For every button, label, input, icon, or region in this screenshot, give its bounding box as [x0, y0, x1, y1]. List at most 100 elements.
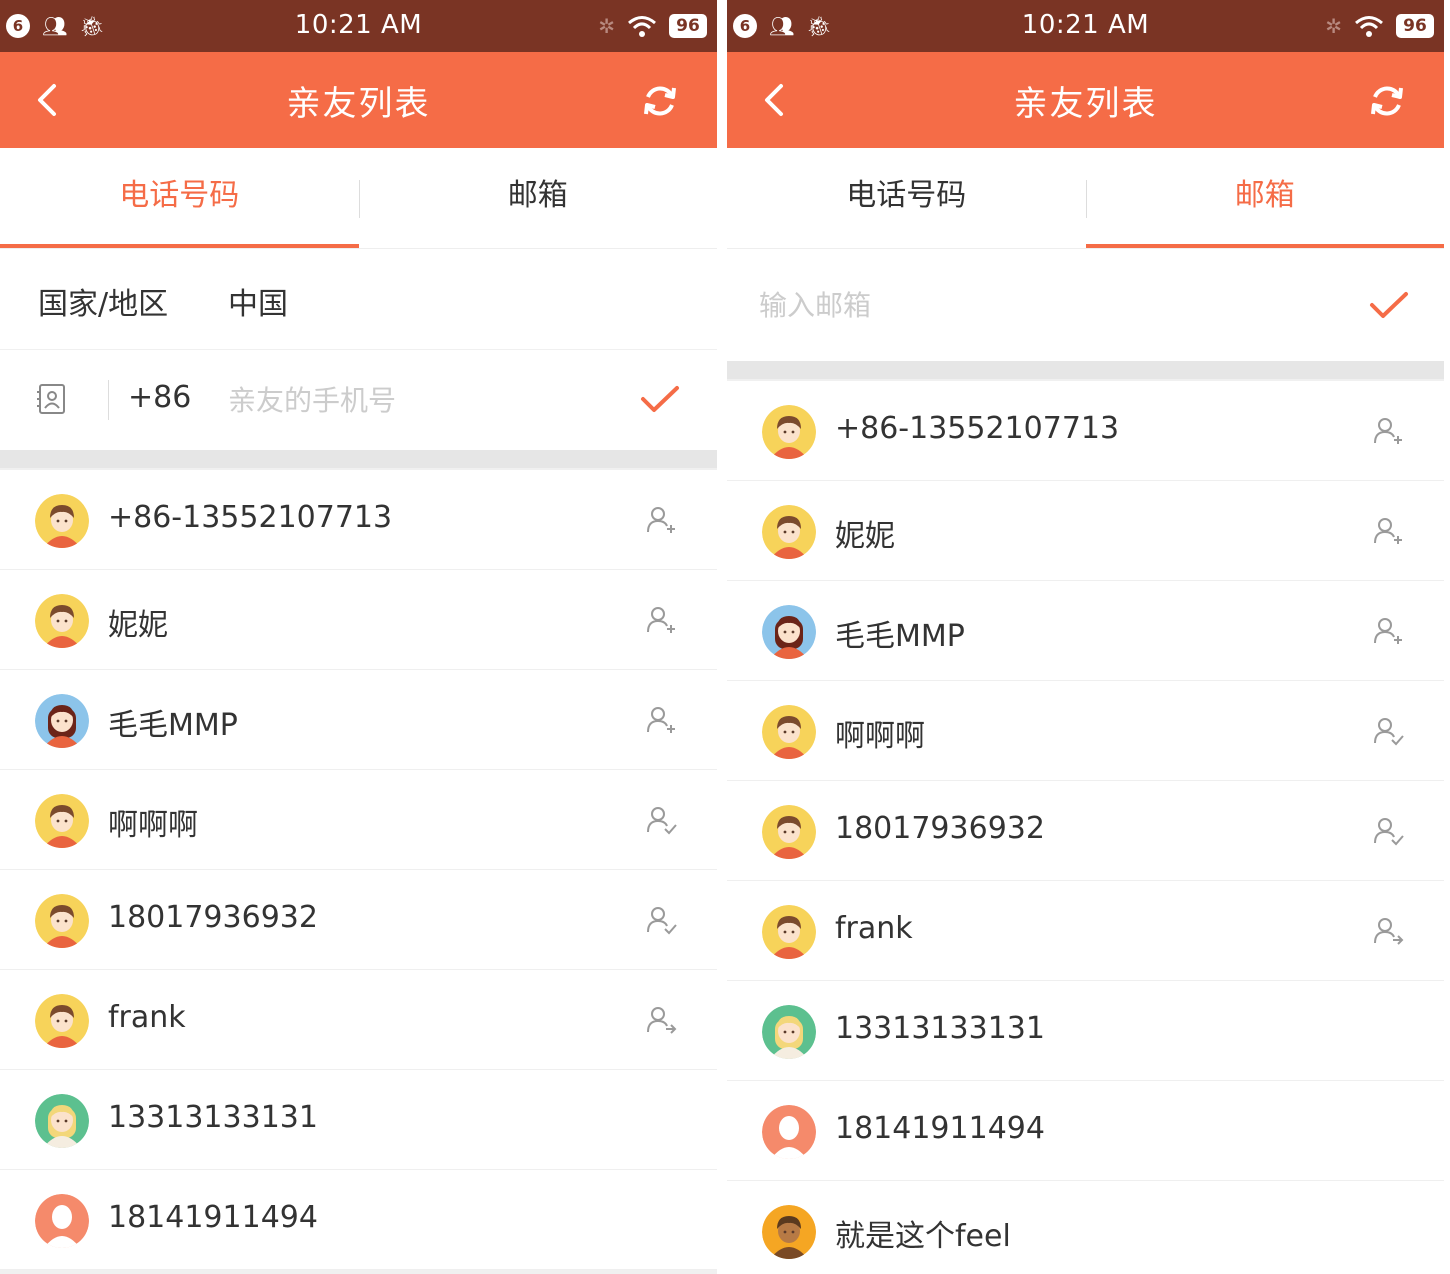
friend-row[interactable]: 就是这个feel: [727, 1181, 1444, 1274]
friend-name: 啊啊啊: [835, 719, 925, 754]
friend-name: 18017936932: [108, 900, 318, 935]
region-value[interactable]: 中国: [228, 279, 288, 323]
phone-tab-screen: 6 👥︎ 🐞︎ 10:21 AM ✲ 96 亲友列表 电话号码 邮箱 国家/地区…: [0, 0, 717, 1274]
yellow-boy-avatar: [35, 794, 89, 848]
friend-row[interactable]: 13313133131: [0, 1070, 717, 1170]
screen-gap: [717, 0, 727, 1274]
add-friend-icon[interactable]: [1372, 515, 1404, 547]
friend-added-icon[interactable]: [645, 804, 677, 836]
yellow-boy-avatar: [35, 594, 89, 648]
friend-name: 13313133131: [108, 1100, 318, 1135]
friend-name: 毛毛MMP: [835, 619, 965, 654]
friend-row[interactable]: frank: [727, 881, 1444, 981]
add-friend-icon[interactable]: [645, 504, 677, 536]
page-title: 亲友列表: [286, 84, 431, 124]
invite-friend-icon[interactable]: [645, 1004, 677, 1036]
friend-row[interactable]: 毛毛MMP: [727, 581, 1444, 681]
friend-row[interactable]: 啊啊啊: [0, 770, 717, 870]
wifi-icon: [628, 16, 656, 37]
friend-name: 妮妮: [108, 608, 168, 643]
battery-icon: 96: [1396, 14, 1434, 38]
friend-row[interactable]: +86-13552107713: [0, 470, 717, 570]
orange-mohawk-avatar: [762, 1205, 816, 1259]
green-blonde-avatar: [35, 1094, 89, 1148]
country-code[interactable]: +86: [128, 380, 191, 415]
friend-name: 13313133131: [835, 1011, 1045, 1046]
friend-name: 18141911494: [108, 1200, 318, 1235]
friend-name: +86-13552107713: [108, 500, 393, 535]
add-friend-icon[interactable]: [1372, 415, 1404, 447]
friend-name: frank: [835, 911, 913, 946]
friend-name: 18017936932: [835, 811, 1045, 846]
section-gap: [727, 361, 1444, 379]
add-friend-icon[interactable]: [1372, 615, 1404, 647]
bluetooth-icon: ✲: [598, 14, 615, 38]
coral-default-avatar: [35, 1194, 89, 1248]
friend-row[interactable]: 18141911494: [0, 1170, 717, 1270]
coral-default-avatar: [762, 1105, 816, 1159]
header-bar: 亲友列表: [0, 52, 717, 148]
email-tab-screen: 6 👥︎ 🐞︎ 10:21 AM ✲ 96 亲友列表 电话号码 邮箱 输入邮箱 …: [727, 0, 1444, 1274]
refresh-icon[interactable]: [641, 82, 679, 120]
friend-row[interactable]: frank: [0, 970, 717, 1070]
tab-phone[interactable]: 电话号码: [727, 148, 1086, 248]
friend-row[interactable]: 毛毛MMP: [0, 670, 717, 770]
friend-list: +86-13552107713 妮妮毛毛MMP 啊啊啊 18017936932 fran…: [0, 470, 717, 1270]
friend-row[interactable]: +86-13552107713: [727, 381, 1444, 481]
phone-number-input[interactable]: [228, 380, 608, 420]
friend-added-icon[interactable]: [1372, 715, 1404, 747]
friend-row[interactable]: 18017936932: [727, 781, 1444, 881]
email-input[interactable]: [759, 285, 1319, 325]
friend-row[interactable]: 妮妮: [727, 481, 1444, 581]
friend-added-icon[interactable]: [1372, 815, 1404, 847]
tab-email[interactable]: 邮箱: [359, 148, 718, 248]
yellow-boy-avatar: [762, 705, 816, 759]
yellow-boy-avatar: [762, 905, 816, 959]
friend-name: 毛毛MMP: [108, 708, 238, 743]
invite-friend-icon[interactable]: [1372, 915, 1404, 947]
confirm-check-icon[interactable]: [640, 385, 680, 415]
blue-girl-avatar: [762, 605, 816, 659]
email-input-row: [727, 249, 1444, 361]
status-right-icons: ✲ 96: [598, 12, 707, 40]
add-friend-icon[interactable]: [645, 704, 677, 736]
header-bar: 亲友列表: [727, 52, 1444, 148]
page-title: 亲友列表: [1013, 84, 1158, 124]
wifi-icon: [1355, 16, 1383, 37]
friend-name: 啊啊啊: [108, 808, 198, 843]
contacts-book-icon[interactable]: [36, 383, 68, 415]
status-bar: 6 👥︎ 🐞︎ 10:21 AM ✲ 96: [727, 0, 1444, 52]
section-gap: [0, 450, 717, 468]
friend-name: 18141911494: [835, 1111, 1045, 1146]
input-separator: [108, 380, 109, 420]
status-right-icons: ✲ 96: [1325, 12, 1434, 40]
yellow-boy-avatar: [35, 494, 89, 548]
friend-name: frank: [108, 1000, 186, 1035]
tab-bar: 电话号码 邮箱: [727, 148, 1444, 249]
bluetooth-icon: ✲: [1325, 14, 1342, 38]
yellow-boy-avatar: [35, 894, 89, 948]
friend-row[interactable]: 18141911494: [727, 1081, 1444, 1181]
friend-name: 就是这个feel: [835, 1219, 1011, 1254]
region-row[interactable]: 国家/地区 中国: [0, 249, 717, 349]
blue-girl-avatar: [35, 694, 89, 748]
green-blonde-avatar: [762, 1005, 816, 1059]
yellow-boy-avatar: [35, 994, 89, 1048]
yellow-boy-avatar: [762, 805, 816, 859]
tab-phone[interactable]: 电话号码: [0, 148, 359, 248]
tab-email[interactable]: 邮箱: [1086, 148, 1445, 248]
friend-list: +86-13552107713 妮妮毛毛MMP 啊啊啊 18017936932 fran…: [727, 381, 1444, 1274]
region-label: 国家/地区: [38, 287, 169, 322]
friend-row[interactable]: 13313133131: [727, 981, 1444, 1081]
refresh-icon[interactable]: [1368, 82, 1406, 120]
status-bar: 6 👥︎ 🐞︎ 10:21 AM ✲ 96: [0, 0, 717, 52]
friend-row[interactable]: 18017936932: [0, 870, 717, 970]
friend-row[interactable]: 妮妮: [0, 570, 717, 670]
yellow-boy-avatar: [762, 405, 816, 459]
friend-row[interactable]: 啊啊啊: [727, 681, 1444, 781]
tab-bar: 电话号码 邮箱: [0, 148, 717, 249]
friend-added-icon[interactable]: [645, 904, 677, 936]
confirm-check-icon[interactable]: [1369, 291, 1409, 321]
yellow-boy-avatar: [762, 505, 816, 559]
add-friend-icon[interactable]: [645, 604, 677, 636]
